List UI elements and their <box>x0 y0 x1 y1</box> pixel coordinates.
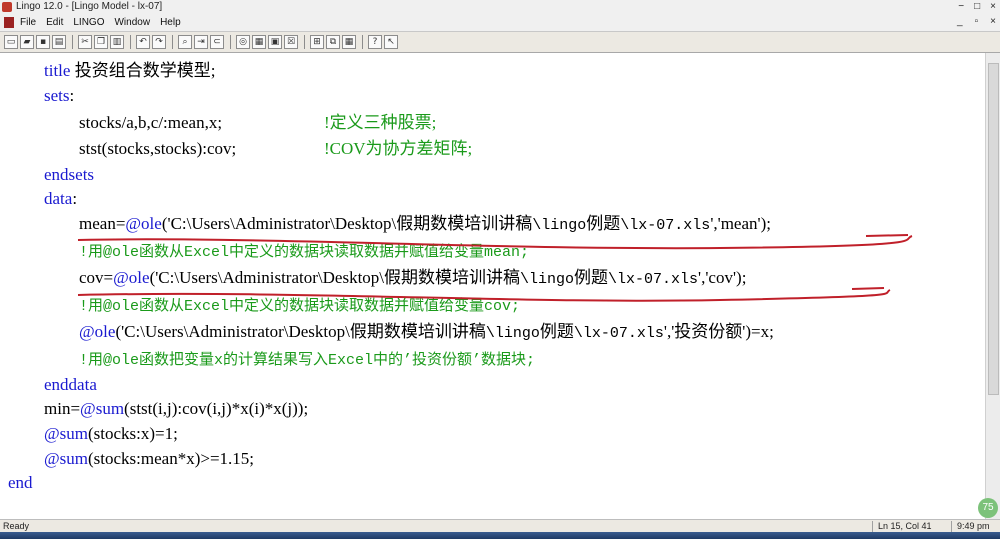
toolbar-separator <box>362 35 363 49</box>
new-icon[interactable]: ▭ <box>4 35 18 49</box>
tile-icon[interactable]: ⊞ <box>310 35 324 49</box>
toolbar-separator <box>130 35 131 49</box>
maximize-icon[interactable]: □ <box>974 1 980 13</box>
scrollbar-thumb[interactable] <box>988 63 999 395</box>
code-line[interactable]: mean=@ole('C:\Users\Administrator\Deskto… <box>79 213 771 237</box>
document-icon[interactable] <box>4 17 14 28</box>
goto-icon[interactable]: ⇥ <box>194 35 208 49</box>
code-line[interactable]: enddata <box>44 374 97 396</box>
code-comment: !用@ole函数从Excel中定义的数据块读取数据并赋值给变量mean; <box>79 244 530 261</box>
code-comment: !用@ole函数从Excel中定义的数据块读取数据并赋值给变量cov; <box>79 298 521 315</box>
save-icon[interactable]: ▪ <box>36 35 50 49</box>
code-line[interactable]: min=@sum(stst(i,j):cov(i,j)*x(i)*x(j)); <box>44 398 308 420</box>
code-line[interactable]: data: <box>44 188 77 210</box>
status-divider <box>951 521 952 532</box>
mdi-restore-icon[interactable]: ▫ <box>975 15 979 29</box>
cut-icon[interactable]: ✂ <box>78 35 92 49</box>
mdi-close-icon[interactable]: × <box>990 15 996 29</box>
find-icon[interactable]: ⌕ <box>178 35 192 49</box>
cascade-icon[interactable]: ⧉ <box>326 35 340 49</box>
menu-help[interactable]: Help <box>160 16 181 29</box>
status-divider <box>872 521 873 532</box>
code-line[interactable]: cov=@ole('C:\Users\Administrator\Desktop… <box>79 267 746 291</box>
mdi-controls: _ ▫ × <box>957 15 996 29</box>
code-comment: !用@ole函数把变量x的计算结果写入Excel中的’投资份额’数据块; <box>79 352 536 369</box>
code-line[interactable]: @sum(stocks:mean*x)>=1.15; <box>44 448 254 470</box>
mdi-minimize-icon[interactable]: _ <box>957 15 963 29</box>
help-icon[interactable]: ? <box>368 35 382 49</box>
floating-badge[interactable]: 75 <box>978 498 998 518</box>
window-title: Lingo 12.0 - [Lingo Model - lx-07] <box>16 1 163 12</box>
menu-lingo[interactable]: LINGO <box>73 16 104 29</box>
code-line[interactable]: title 投资组合数学模型; <box>44 60 215 82</box>
code-line[interactable]: sets: <box>44 85 74 107</box>
window-controls: − □ × <box>958 1 996 13</box>
code-line[interactable]: endsets <box>44 164 94 186</box>
clock: 9:49 pm <box>957 521 990 531</box>
toolbar-separator <box>172 35 173 49</box>
close-all-icon[interactable]: ▦ <box>342 35 356 49</box>
code-comment: !定义三种股票; <box>324 113 437 132</box>
menu-window[interactable]: Window <box>114 16 150 29</box>
paste-icon[interactable]: ▥ <box>110 35 124 49</box>
menu-edit[interactable]: Edit <box>46 16 63 29</box>
context-help-icon[interactable]: ↖ <box>384 35 398 49</box>
open-icon[interactable]: ▰ <box>20 35 34 49</box>
menu-bar: File Edit LINGO Window Help _ ▫ × <box>0 14 1000 32</box>
redo-icon[interactable]: ↷ <box>152 35 166 49</box>
close-window-icon[interactable]: × <box>990 1 996 13</box>
solution-icon[interactable]: ▦ <box>252 35 266 49</box>
code-line[interactable]: stst(stocks,stocks):cov; <box>79 138 236 160</box>
title-bar: Lingo 12.0 - [Lingo Model - lx-07] − □ × <box>0 0 1000 15</box>
status-ready: Ready <box>3 521 30 531</box>
cursor-position: Ln 15, Col 41 <box>878 521 932 531</box>
print-icon[interactable]: ▤ <box>52 35 66 49</box>
menu-file[interactable]: File <box>20 16 36 29</box>
minimize-icon[interactable]: − <box>958 1 964 13</box>
os-taskbar <box>0 532 1000 539</box>
match-paren-icon[interactable]: ⊂ <box>210 35 224 49</box>
code-line[interactable]: @ole('C:\Users\Administrator\Desktop\假期数… <box>79 321 774 345</box>
solve-icon[interactable]: ◎ <box>236 35 250 49</box>
copy-icon[interactable]: ❐ <box>94 35 108 49</box>
matrix-icon[interactable]: ▣ <box>268 35 282 49</box>
options-icon[interactable]: ☒ <box>284 35 298 49</box>
vertical-scrollbar[interactable] <box>985 53 1000 519</box>
toolbar: ▭ ▰ ▪ ▤ ✂ ❐ ▥ ↶ ↷ ⌕ ⇥ ⊂ ◎ ▦ ▣ ☒ ⊞ ⧉ ▦ ? … <box>0 32 1000 53</box>
lingo-app-icon <box>2 2 12 12</box>
status-bar: Ready Ln 15, Col 41 9:49 pm <box>0 519 1000 533</box>
code-line[interactable]: end <box>8 472 33 494</box>
code-line[interactable]: stocks/a,b,c/:mean,x; <box>79 112 222 134</box>
code-line[interactable]: @sum(stocks:x)=1; <box>44 423 178 445</box>
undo-icon[interactable]: ↶ <box>136 35 150 49</box>
toolbar-separator <box>72 35 73 49</box>
toolbar-separator <box>230 35 231 49</box>
code-comment: !COV为协方差矩阵; <box>324 139 473 158</box>
toolbar-separator <box>304 35 305 49</box>
